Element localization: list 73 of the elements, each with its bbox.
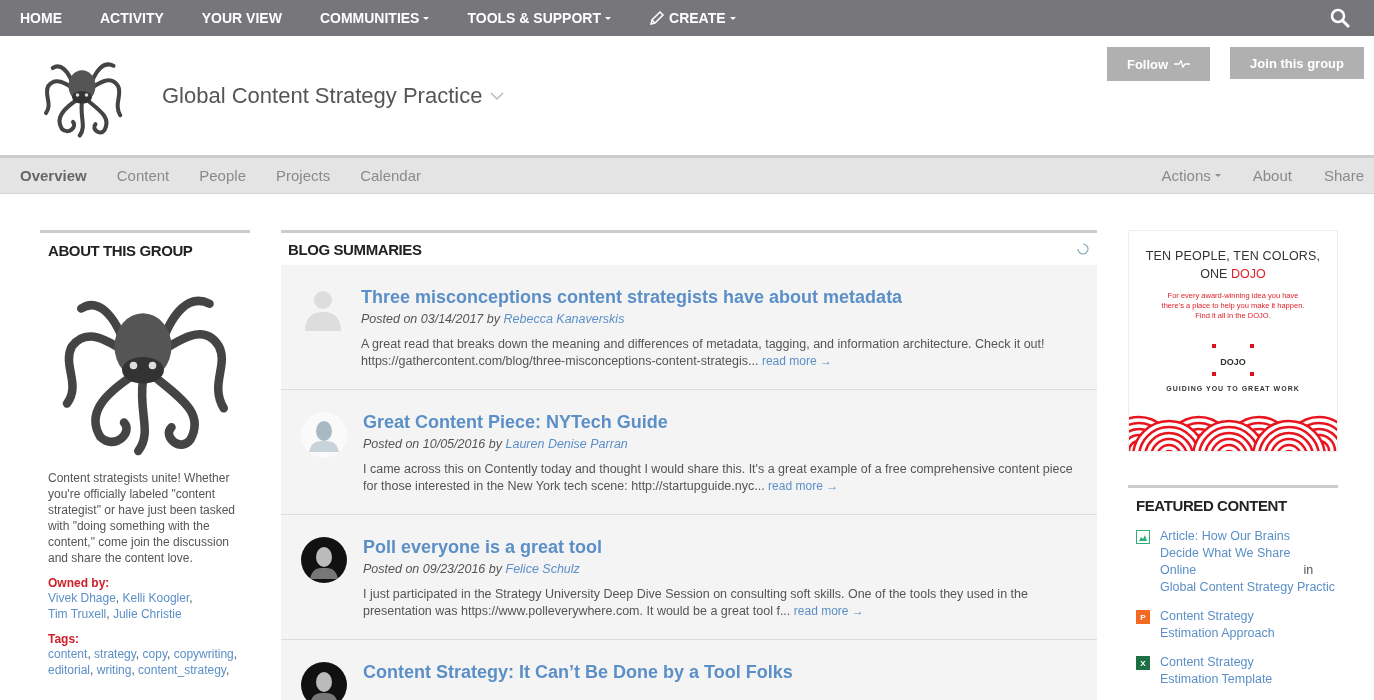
author-link[interactable]: Felice Schulz <box>505 562 580 576</box>
post-meta: Posted on 09/23/2016 by Felice Schulz <box>363 562 581 576</box>
group-description: Content strategists unite! Whether you're officially labeled "content strategist" or have just been tasked with "doing something with the content," come join the discussion and share the content love. <box>48 470 237 566</box>
separator: , <box>90 663 94 677</box>
read-more-link[interactable]: read more → <box>761 354 832 368</box>
pencil-icon <box>649 10 665 26</box>
search-icon[interactable] <box>1330 8 1350 28</box>
document-link[interactable]: Content Strategy Estimation Approach <box>1160 608 1300 642</box>
post-summary: I came across this on Contently today and thought I would share this. It's a great example of a free comprehensive content piece for those interested in the New York tech scene: http://startupguide.nyc... read more → <box>363 461 1074 495</box>
post-meta: Posted on 03/14/2017 by Rebecca Kanaverskis <box>361 312 626 326</box>
separator: , <box>106 607 110 621</box>
tag-link[interactable]: strategy <box>94 647 136 661</box>
document-link[interactable]: Content Strategy Estimation Template <box>1160 654 1300 688</box>
author-link[interactable]: Rebecca Kanaverskis <box>503 312 625 326</box>
post-title-link[interactable]: Three misconceptions content strategists have about metadata <box>361 287 903 307</box>
separator: , <box>115 591 120 605</box>
pulse-icon <box>1174 60 1191 68</box>
post-meta: Posted on 10/05/2016 by Lauren Denise Parran <box>363 437 629 451</box>
separator: , <box>87 647 91 661</box>
loading-spinner-icon <box>1077 243 1089 255</box>
avatar <box>301 662 347 700</box>
nav-link[interactable]: COMMUNITIES <box>319 10 430 26</box>
section-heading: BLOG SUMMARIES <box>288 240 422 258</box>
tab[interactable]: Overview <box>20 167 87 184</box>
field-label: Tags: <box>48 632 81 646</box>
owner-link[interactable]: Kelli Koogler <box>122 591 190 605</box>
tab[interactable]: Projects <box>276 167 331 184</box>
post-title-link[interactable]: Great Content Piece: NYTech Guide <box>363 412 668 432</box>
tag-link[interactable]: editorial <box>48 663 91 677</box>
nav-link[interactable]: HOME <box>20 10 62 26</box>
section-heading: ABOUT THIS GROUP <box>48 242 194 259</box>
owner-link[interactable]: Julie Christie <box>112 607 182 621</box>
nav-link[interactable]: CREATE <box>649 10 736 26</box>
post-title-link[interactable]: Content Strategy: It Can’t Be Done by a Tool Folks <box>363 662 793 682</box>
tab[interactable]: Calendar <box>360 167 422 184</box>
dojo-logo: DOJO <box>1212 343 1254 376</box>
owner-link[interactable]: Vivek Dhage <box>48 591 116 605</box>
read-more-link[interactable]: read more → <box>768 479 839 493</box>
tag-link[interactable]: copy <box>142 647 167 661</box>
field-label: Owned by: <box>48 576 111 590</box>
document-link[interactable]: Article: How Our Brains Decide What We Share Online <box>1160 528 1300 579</box>
nav-link[interactable]: YOUR VIEW <box>201 10 282 26</box>
avatar <box>301 537 347 583</box>
read-more-link[interactable]: read more → <box>793 604 864 618</box>
nav-link[interactable]: TOOLS & SUPPORT <box>467 10 611 26</box>
spreadsheet-file-icon: X <box>1136 656 1150 670</box>
nav-link[interactable]: ACTIVITY <box>100 10 164 26</box>
post-summary: I just participated in the Strategy University Deep Dive Session on consulting soft skills. One of the tools they used in the presentation was https://www.polleverywhere.com. It would be a great tool f... read more → <box>363 586 1029 620</box>
nav-link[interactable]: Share <box>1323 167 1364 184</box>
tab[interactable]: People <box>199 167 246 184</box>
tag-link[interactable]: copywriting <box>173 647 234 661</box>
join-group-button[interactable]: Join this group <box>1230 47 1364 79</box>
separator: , <box>189 591 193 605</box>
separator: , <box>167 647 171 661</box>
promo-headline: TEN PEOPLE, TEN COLORS, <box>1145 249 1321 263</box>
image-file-icon <box>1136 530 1150 544</box>
tab[interactable]: Content <box>116 167 170 184</box>
author-link[interactable]: Lauren Denise Parran <box>505 437 628 451</box>
section-heading: FEATURED CONTENT <box>1136 497 1288 514</box>
follow-button[interactable]: Follow <box>1106 47 1211 81</box>
in-label: in <box>1303 563 1314 577</box>
group-title: Global Content Strategy Practice <box>162 83 483 109</box>
nav-link[interactable]: About <box>1252 167 1292 184</box>
tag-link[interactable]: content_strategy <box>138 663 226 677</box>
avatar <box>301 412 347 458</box>
separator: , <box>233 647 238 661</box>
promo-headline: ONE DOJO <box>1200 267 1266 281</box>
presentation-file-icon: P <box>1136 610 1150 624</box>
post-title-link[interactable]: Poll everyone is a great tool <box>363 537 603 557</box>
separator: , <box>131 663 135 677</box>
place-link[interactable]: Global Content Strategy Practic <box>1160 580 1336 594</box>
menu-button[interactable]: Actions <box>1161 167 1221 184</box>
post-summary: A great read that breaks down the meaning and differences of metadata, tagging, and information architecture. Check it out! https://gathercontent.com/blog/three-misconceptions-content-strategis... read more → <box>361 336 1046 370</box>
